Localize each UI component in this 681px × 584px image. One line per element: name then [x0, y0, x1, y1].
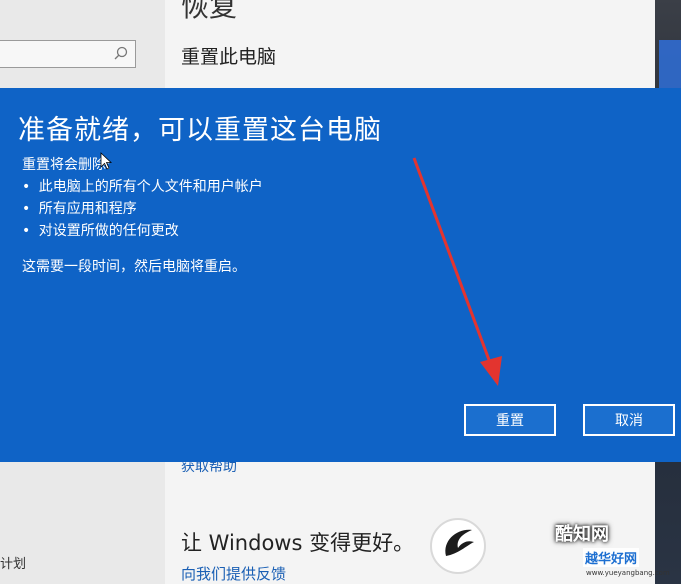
removal-list: 此电脑上的所有个人文件和用户帐户 所有应用和程序 对设置所做的任何更改	[22, 176, 263, 242]
dialog-title: 准备就绪，可以重置这台电脑	[18, 115, 382, 146]
reset-pc-heading: 重置此电脑	[181, 46, 277, 68]
cancel-button[interactable]: 取消	[583, 404, 675, 436]
left-plan-text[interactable]: 计划	[0, 553, 26, 572]
better-windows-heading: 让 Windows 变得更好。	[181, 531, 415, 555]
red-arrow-icon	[412, 157, 502, 386]
list-item: 此电脑上的所有个人文件和用户帐户	[22, 176, 263, 198]
list-item: 所有应用和程序	[22, 198, 263, 220]
list-item: 对设置所做的任何更改	[22, 220, 263, 242]
feedback-link[interactable]: 向我们提供反馈	[181, 563, 286, 584]
dialog-subtitle: 重置将会删除:	[22, 157, 111, 173]
watermark-brand: 酷知网	[555, 524, 609, 545]
watermark-sub: 越华好网	[583, 548, 640, 567]
search-input[interactable]	[0, 40, 136, 68]
search-icon[interactable]	[113, 46, 129, 62]
reset-dialog: 准备就绪，可以重置这台电脑 重置将会删除: 此电脑上的所有个人文件和用户帐户 所…	[0, 88, 681, 462]
watermark-url: www.yueyangbang.com	[586, 569, 670, 577]
reset-button[interactable]: 重置	[464, 404, 556, 436]
page-title: 恢复	[181, 0, 238, 23]
watermark-logo-icon	[430, 518, 486, 574]
dialog-note: 这需要一段时间，然后电脑将重启。	[22, 259, 246, 275]
cursor-icon	[100, 152, 112, 170]
